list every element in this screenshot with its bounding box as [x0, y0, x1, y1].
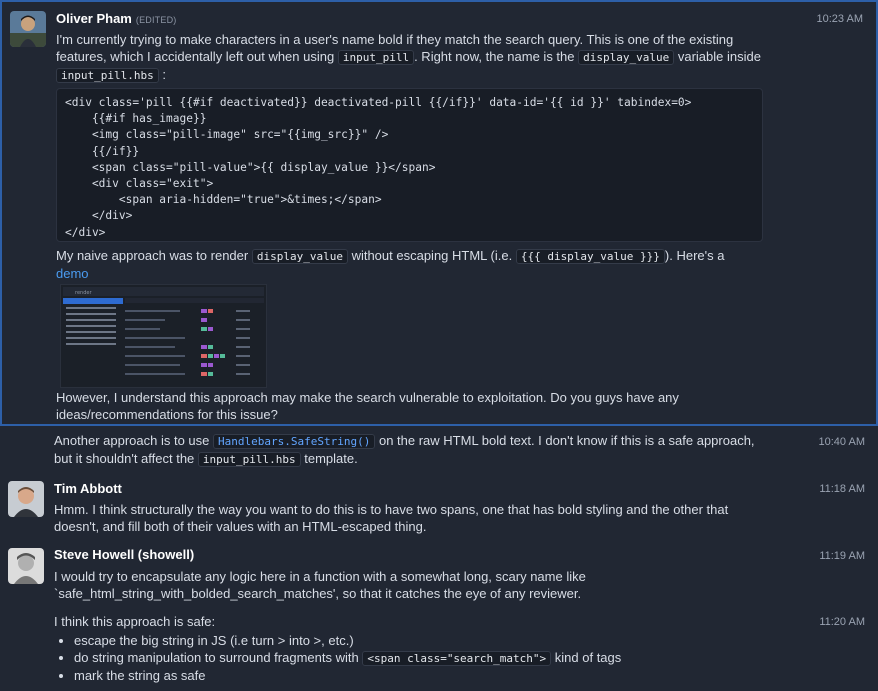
- text: variable inside: [677, 49, 761, 64]
- inline-code: input_pill.hbs: [56, 68, 159, 83]
- sender-name[interactable]: Oliver Pham (EDITED): [56, 10, 176, 29]
- thumbnail-search-text: render: [75, 290, 92, 296]
- message-steve-howell-continued[interactable]: 11:20 AM I think this approach is safe: …: [0, 610, 878, 691]
- text: :: [162, 67, 166, 82]
- avatar-tim-abbott[interactable]: [8, 481, 44, 517]
- text: Another approach is to use: [54, 433, 210, 448]
- text: ). Here's a: [664, 248, 725, 263]
- text: . Right now, the name is the: [414, 49, 575, 64]
- code-line: <img class="pill-image" src="{{img_src}}…: [65, 128, 389, 142]
- list-item: escape the big string in JS (i.e turn > …: [74, 632, 621, 649]
- bullet-list: escape the big string in JS (i.e turn > …: [54, 632, 621, 684]
- message-paragraph: My naive approach was to render display_…: [56, 247, 756, 282]
- message-paragraph: However, I understand this approach may …: [56, 390, 679, 422]
- edited-indicator: (EDITED): [135, 15, 177, 25]
- message-timestamp[interactable]: 11:19 AM: [819, 548, 865, 565]
- inline-code: Handlebars.SafeString(): [213, 434, 376, 449]
- text: do string manipulation to surround fragm…: [74, 650, 359, 665]
- message-steve-howell[interactable]: Steve Howell (showell) 11:19 AM I would …: [0, 542, 878, 610]
- sender-name[interactable]: Steve Howell (showell): [54, 546, 194, 563]
- avatar-oliver-pham[interactable]: [10, 11, 46, 47]
- code-block: <div class='pill {{#if deactivated}} dea…: [56, 88, 763, 242]
- message-paragraph: Hmm. I think structurally the way you wa…: [54, 502, 729, 534]
- inline-code: <span class="search_match">: [362, 651, 552, 666]
- code-line: <div class="exit">: [65, 177, 214, 191]
- message-paragraph: I think this approach is safe:: [54, 614, 216, 629]
- text: kind of tags: [554, 650, 622, 665]
- sender-name-text[interactable]: Oliver Pham: [56, 11, 132, 26]
- message-paragraph: Another approach is to use Handlebars.Sa…: [54, 432, 764, 468]
- code-line: </div>: [65, 225, 106, 239]
- code-line: <span class="pill-value">{{ display_valu…: [65, 160, 436, 174]
- message-timestamp[interactable]: 10:23 AM: [817, 11, 863, 28]
- code-line: </div>: [65, 209, 133, 223]
- demo-link[interactable]: demo: [56, 266, 89, 281]
- demo-image-thumbnail[interactable]: render: [60, 284, 267, 388]
- code-line: {{/if}}: [65, 144, 140, 158]
- message-timestamp[interactable]: 11:18 AM: [819, 481, 865, 498]
- code-line: <div class='pill {{#if deactivated}} dea…: [65, 96, 692, 109]
- sender-name[interactable]: Tim Abbott: [54, 480, 122, 497]
- message-tim-abbott[interactable]: Tim Abbott 11:18 AM Hmm. I think structu…: [0, 474, 878, 542]
- message-oliver-pham-continued[interactable]: 10:40 AM Another approach is to use Hand…: [0, 428, 878, 470]
- avatar-steve-howell[interactable]: [8, 548, 44, 584]
- text: My naive approach was to render: [56, 248, 249, 263]
- text: template.: [304, 451, 358, 466]
- list-item: do string manipulation to surround fragm…: [74, 649, 621, 667]
- text: without escaping HTML (i.e.: [351, 248, 513, 263]
- message-timestamp[interactable]: 11:20 AM: [819, 614, 865, 631]
- inline-code: display_value: [578, 50, 675, 65]
- message-oliver-pham[interactable]: Oliver Pham (EDITED) 10:23 AM I'm current…: [0, 0, 878, 426]
- inline-code: display_value: [251, 249, 348, 264]
- message-timestamp[interactable]: 10:40 AM: [819, 434, 865, 451]
- inline-code: {{{ display_value }}}: [515, 249, 665, 264]
- message-paragraph: I'm currently trying to make characters …: [56, 31, 766, 84]
- code-line: {{#if has_image}}: [65, 112, 207, 126]
- inline-code: input_pill.hbs: [197, 452, 301, 467]
- list-item: mark the string as safe: [74, 667, 621, 684]
- code-line: <span aria-hidden="true">&times;</span>: [65, 193, 382, 207]
- message-paragraph: I would try to encapsulate any logic her…: [54, 569, 586, 601]
- inline-code: input_pill: [337, 50, 415, 65]
